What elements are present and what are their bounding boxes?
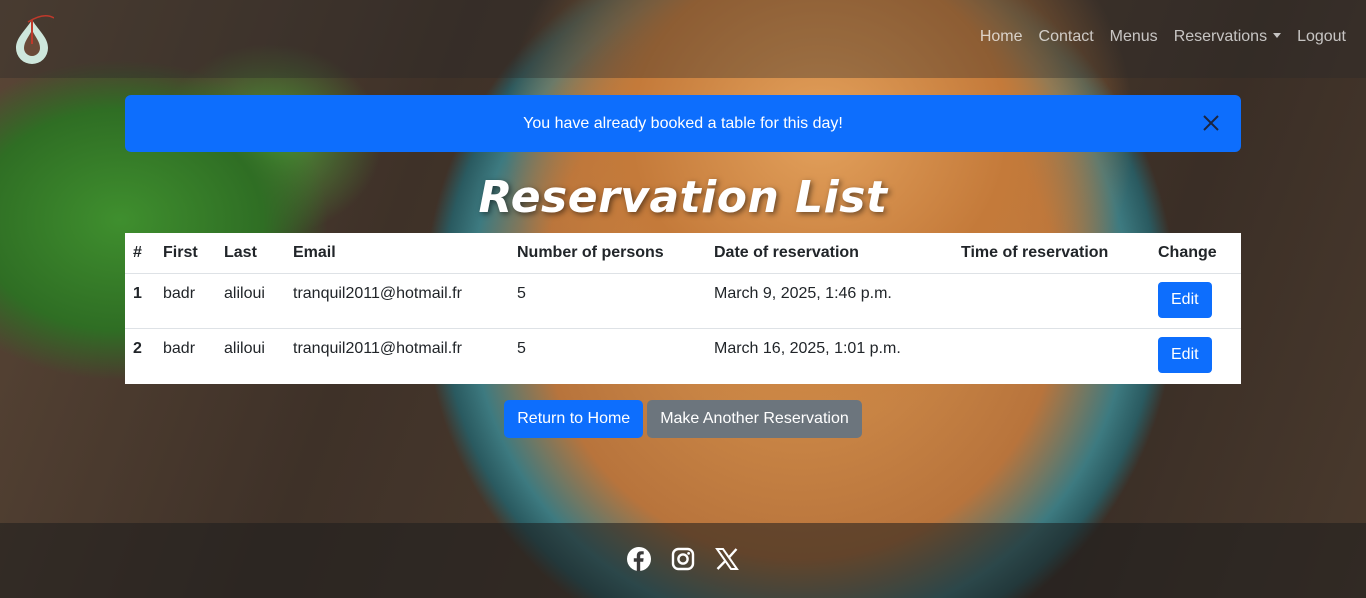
col-header: # <box>125 233 155 274</box>
nav-logout[interactable]: Logout <box>1297 28 1346 46</box>
nav-contact[interactable]: Contact <box>1039 28 1094 46</box>
col-header: First <box>155 233 216 274</box>
alert-banner: You have already booked a table for this… <box>125 95 1241 152</box>
nav-reservations-label: Reservations <box>1173 28 1268 45</box>
cell-num: 1 <box>125 273 155 329</box>
facebook-icon[interactable] <box>627 547 651 571</box>
col-header: Date of reservation <box>706 233 953 274</box>
col-header: Last <box>216 233 285 274</box>
alert-message: You have already booked a table for this… <box>523 114 843 132</box>
nav-reservations-dropdown[interactable]: Reservations <box>1173 28 1282 46</box>
edit-button[interactable]: Edit <box>1158 336 1212 373</box>
page-title: Reservation List <box>478 172 888 223</box>
col-header: Number of persons <box>509 233 706 274</box>
table-row: 2 badr aliloui tranquil2011@hotmail.fr 5… <box>125 328 1241 383</box>
reservation-table: # First Last Email Number of persons Dat… <box>125 233 1241 384</box>
navbar: Home Contact Menus Reservations Logout <box>0 0 1366 78</box>
cell-date: March 16, 2025, 1:01 p.m. <box>714 339 901 357</box>
cell-last: aliloui <box>224 339 265 357</box>
col-header: Change <box>1150 233 1241 274</box>
close-icon[interactable] <box>1201 113 1221 133</box>
nav-menus[interactable]: Menus <box>1110 28 1158 46</box>
instagram-icon[interactable] <box>671 547 695 571</box>
return-home-button[interactable]: Return to Home <box>504 400 644 438</box>
cell-last: aliloui <box>216 273 285 329</box>
cell-first: badr <box>155 273 216 329</box>
cell-time <box>953 273 1150 329</box>
cell-date: March 9, 2025, 1:46 p.m. <box>706 273 953 329</box>
cell-persons: 5 <box>509 273 706 329</box>
table-row: 1 badr aliloui tranquil2011@hotmail.fr 5… <box>125 273 1241 329</box>
footer <box>0 523 1366 598</box>
cell-first: badr <box>163 339 196 357</box>
cell-time <box>953 328 1150 383</box>
col-header: Time of reservation <box>953 233 1150 274</box>
col-header: Email <box>285 233 509 274</box>
cell-persons: 5 <box>517 339 526 357</box>
make-another-reservation-button[interactable]: Make Another Reservation <box>647 400 862 438</box>
x-icon[interactable] <box>715 547 739 571</box>
cell-num: 2 <box>133 339 142 357</box>
nav-home[interactable]: Home <box>980 28 1023 46</box>
edit-button[interactable]: Edit <box>1158 281 1212 318</box>
caret-down-icon <box>1273 33 1282 38</box>
cell-change: Edit <box>1150 273 1241 329</box>
logo[interactable] <box>10 14 54 66</box>
cell-email: tranquil2011@hotmail.fr <box>293 339 462 357</box>
action-buttons: Return to Home Make Another Reservation <box>0 400 1366 438</box>
cell-change: Edit <box>1150 328 1241 383</box>
social-links <box>0 547 1366 571</box>
cell-email: tranquil2011@hotmail.fr <box>285 273 509 329</box>
table-header-row: # First Last Email Number of persons Dat… <box>125 233 1241 274</box>
